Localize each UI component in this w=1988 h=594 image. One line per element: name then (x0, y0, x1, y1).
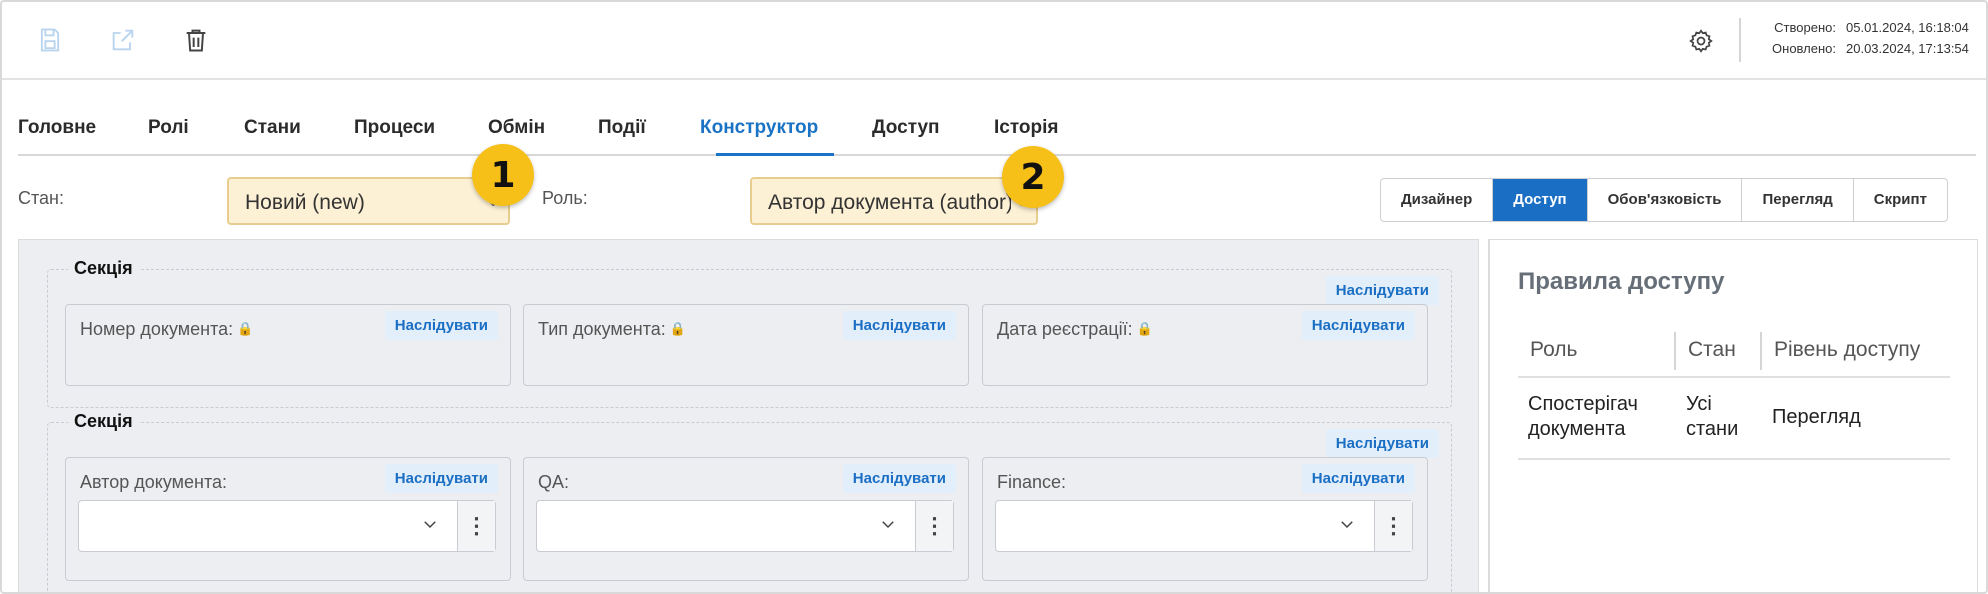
form-section: Секція Наслідувати Автор документа: Насл… (47, 411, 1452, 592)
updated-info: Оновлено: 20.03.2024, 17:13:54 (1758, 41, 1969, 56)
section-inherit-button[interactable]: Наслідувати (1325, 429, 1439, 458)
created-info: Створено: 05.01.2024, 16:18:04 (1758, 20, 1969, 35)
field-finance: Finance: Наслідувати ⋮ (982, 457, 1428, 581)
state-dropdown[interactable]: Новий (new) ⌄ (227, 177, 510, 225)
column-header-access-level: Рівень доступу (1774, 338, 1921, 361)
tab-main[interactable]: Головне (18, 117, 96, 139)
field-label: Тип документа: 🔒 (538, 319, 686, 339)
active-tab-indicator (716, 153, 834, 156)
callout-badge-1: 1 (472, 144, 534, 206)
updated-label: Оновлено: (1772, 41, 1836, 56)
toolbar: Створено: 05.01.2024, 16:18:04 Оновлено: 2… (2, 2, 1986, 80)
open-external-icon[interactable] (105, 22, 141, 58)
tab-bar: Головне Ролі Стани Процеси Обмін Події К… (18, 112, 1976, 156)
field-label: Дата реєстрації: 🔒 (997, 319, 1153, 339)
lock-icon: 🔒 (1136, 321, 1153, 336)
field-inherit-button[interactable]: Наслідувати (384, 464, 498, 493)
field-registration-date: Дата реєстрації: 🔒 Наслідувати (982, 304, 1428, 386)
more-options-icon[interactable]: ⋮ (1374, 501, 1412, 551)
field-qa: QA: Наслідувати ⋮ (523, 457, 969, 581)
section-inherit-button[interactable]: Наслідувати (1325, 276, 1439, 305)
more-options-icon[interactable]: ⋮ (915, 501, 953, 551)
chevron-down-icon (424, 521, 436, 529)
callout-badge-2: 2 (1002, 146, 1064, 208)
role-label: Роль: (542, 188, 588, 208)
lock-icon: 🔒 (237, 321, 254, 336)
column-header-state: Стан (1688, 338, 1736, 361)
table-cell-role: Спостерігач документа (1528, 393, 1638, 440)
state-label: Стан: (18, 188, 64, 208)
author-select[interactable]: ⋮ (78, 500, 496, 552)
table-cell-access-level: Перегляд (1772, 406, 1861, 428)
role-dropdown[interactable]: Автор документа (author) ⌄ (750, 177, 1038, 225)
view-access-button[interactable]: Доступ (1493, 179, 1588, 221)
view-script-button[interactable]: Скрипт (1854, 179, 1947, 221)
trash-icon[interactable] (178, 22, 214, 58)
section-title: Секція (68, 411, 139, 432)
table-row-divider (1518, 458, 1950, 460)
updated-value: 20.03.2024, 17:13:54 (1846, 41, 1969, 56)
chevron-down-icon (882, 521, 894, 529)
table-cell-state: Усі стани (1686, 393, 1739, 440)
field-label: QA: (538, 472, 570, 492)
access-rules-panel: Правила доступу Роль Стан Рівень доступу… (1488, 239, 1978, 592)
form-section: Секція Наслідувати Номер документа: 🔒 Нас… (47, 258, 1452, 408)
tab-history[interactable]: Історія (994, 117, 1058, 139)
app-window: Створено: 05.01.2024, 16:18:04 Оновлено: 2… (0, 0, 1988, 594)
field-document-author: Автор документа: Наслідувати ⋮ (65, 457, 511, 581)
tab-states[interactable]: Стани (244, 117, 301, 139)
state-value: Новий (new) (245, 191, 365, 214)
field-inherit-button[interactable]: Наслідувати (842, 311, 956, 340)
field-document-number: Номер документа: 🔒 Наслідувати (65, 304, 511, 386)
field-inherit-button[interactable]: Наслідувати (842, 464, 956, 493)
field-label: Finance: (997, 472, 1067, 492)
created-value: 05.01.2024, 16:18:04 (1846, 20, 1969, 35)
field-label: Автор документа: (80, 472, 228, 492)
tab-exchange[interactable]: Обмін (488, 117, 545, 139)
field-inherit-button[interactable]: Наслідувати (384, 311, 498, 340)
field-inherit-button[interactable]: Наслідувати (1301, 311, 1415, 340)
tab-events[interactable]: Події (598, 117, 646, 139)
column-divider (1674, 332, 1676, 370)
column-divider (1760, 332, 1762, 370)
field-inherit-button[interactable]: Наслідувати (1301, 464, 1415, 493)
panel-title: Правила доступу (1518, 268, 1725, 295)
more-options-icon[interactable]: ⋮ (457, 501, 495, 551)
column-header-role: Роль (1530, 338, 1578, 361)
designer-canvas: Секція Наслідувати Номер документа: 🔒 Нас… (18, 239, 1479, 592)
toolbar-divider (1739, 18, 1741, 62)
view-designer-button[interactable]: Дизайнер (1381, 179, 1494, 221)
role-value: Автор документа (author) (768, 191, 1014, 214)
save-icon[interactable] (32, 22, 68, 58)
tab-processes[interactable]: Процеси (354, 117, 435, 139)
finance-select[interactable]: ⋮ (995, 500, 1413, 552)
view-mode-switcher: Дизайнер Доступ Обов'язковість Перегляд … (1380, 178, 1948, 222)
lock-icon: 🔒 (669, 321, 686, 336)
qa-select[interactable]: ⋮ (536, 500, 954, 552)
view-required-button[interactable]: Обов'язковість (1588, 179, 1743, 221)
view-readonly-button[interactable]: Перегляд (1742, 179, 1854, 221)
tab-access[interactable]: Доступ (872, 117, 940, 139)
gear-icon[interactable] (1684, 24, 1718, 58)
table-header-divider (1518, 376, 1950, 378)
chevron-down-icon (1341, 521, 1353, 529)
created-label: Створено: (1774, 20, 1836, 35)
tab-constructor[interactable]: Конструктор (700, 117, 818, 139)
tab-roles[interactable]: Ролі (148, 117, 189, 139)
section-title: Секція (68, 258, 139, 279)
field-document-type: Тип документа: 🔒 Наслідувати (523, 304, 969, 386)
field-label: Номер документа: 🔒 (80, 319, 254, 339)
